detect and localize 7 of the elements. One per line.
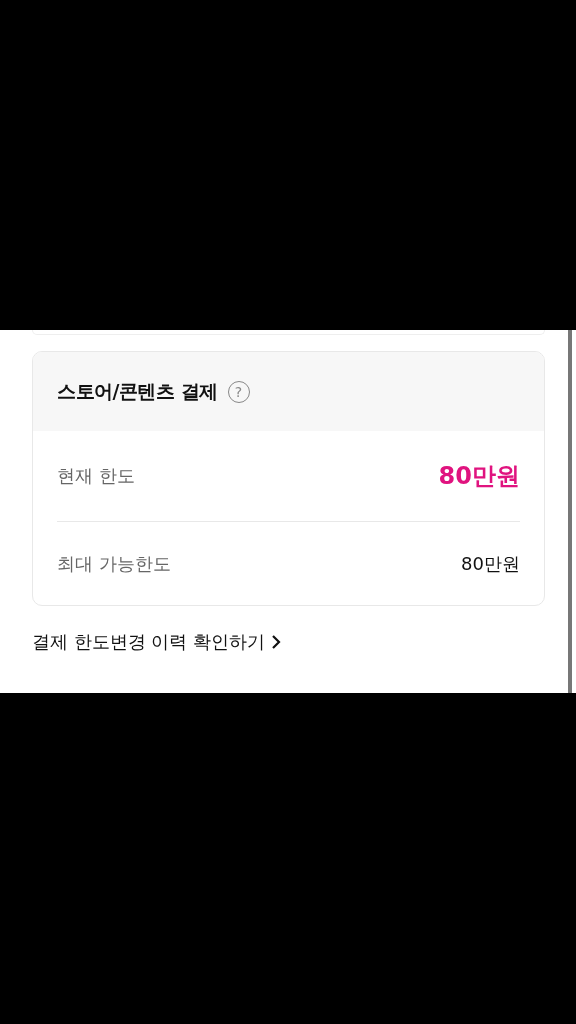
limit-label: 최대 가능한도 <box>57 551 171 576</box>
limit-value: 80만원 <box>461 551 520 576</box>
limit-label: 현재 한도 <box>57 464 135 488</box>
chevron-right-icon <box>271 634 282 650</box>
history-link[interactable]: 결제 한도변경 이력 확인하기 <box>32 630 282 654</box>
limit-value: 80만원 <box>438 461 520 492</box>
card-title: 스토어/콘텐츠 결제 <box>57 378 218 404</box>
